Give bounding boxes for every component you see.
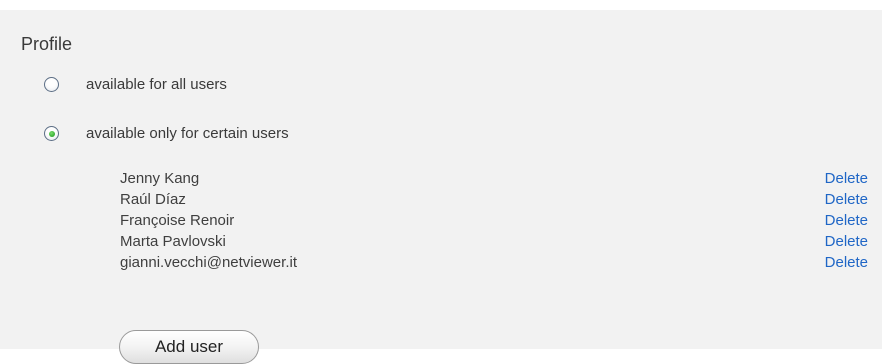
user-name: gianni.vecchi@netviewer.it: [120, 254, 297, 271]
radio-all-users[interactable]: [44, 77, 59, 92]
profile-title: Profile: [21, 34, 73, 54]
delete-user-link[interactable]: Delete: [825, 170, 868, 187]
user-row: Marta Pavlovski Delete: [120, 231, 868, 252]
delete-user-link[interactable]: Delete: [825, 212, 868, 229]
user-row: gianni.vecchi@netviewer.it Delete: [120, 252, 868, 273]
user-name: Raúl Díaz: [120, 191, 186, 208]
profile-panel: Profile available for all users availabl…: [0, 10, 882, 364]
user-name: Marta Pavlovski: [120, 233, 226, 250]
option-certain-users-label: available only for certain users: [86, 125, 289, 142]
delete-user-link[interactable]: Delete: [825, 191, 868, 208]
delete-user-link[interactable]: Delete: [825, 254, 868, 271]
user-row: Jenny Kang Delete: [120, 168, 868, 189]
user-row: Raúl Díaz Delete: [120, 189, 868, 210]
user-list: Jenny Kang Delete Raúl Díaz Delete Franç…: [120, 168, 868, 273]
radio-certain-users[interactable]: [44, 126, 59, 141]
user-name: Jenny Kang: [120, 170, 200, 187]
user-name: Françoise Renoir: [120, 212, 235, 229]
option-all-users[interactable]: available for all users: [44, 76, 227, 93]
user-row: Françoise Renoir Delete: [120, 210, 868, 231]
option-certain-users[interactable]: available only for certain users: [44, 125, 289, 142]
delete-user-link[interactable]: Delete: [825, 233, 868, 250]
option-all-users-label: available for all users: [86, 76, 227, 93]
add-user-button[interactable]: Add user: [119, 330, 259, 364]
